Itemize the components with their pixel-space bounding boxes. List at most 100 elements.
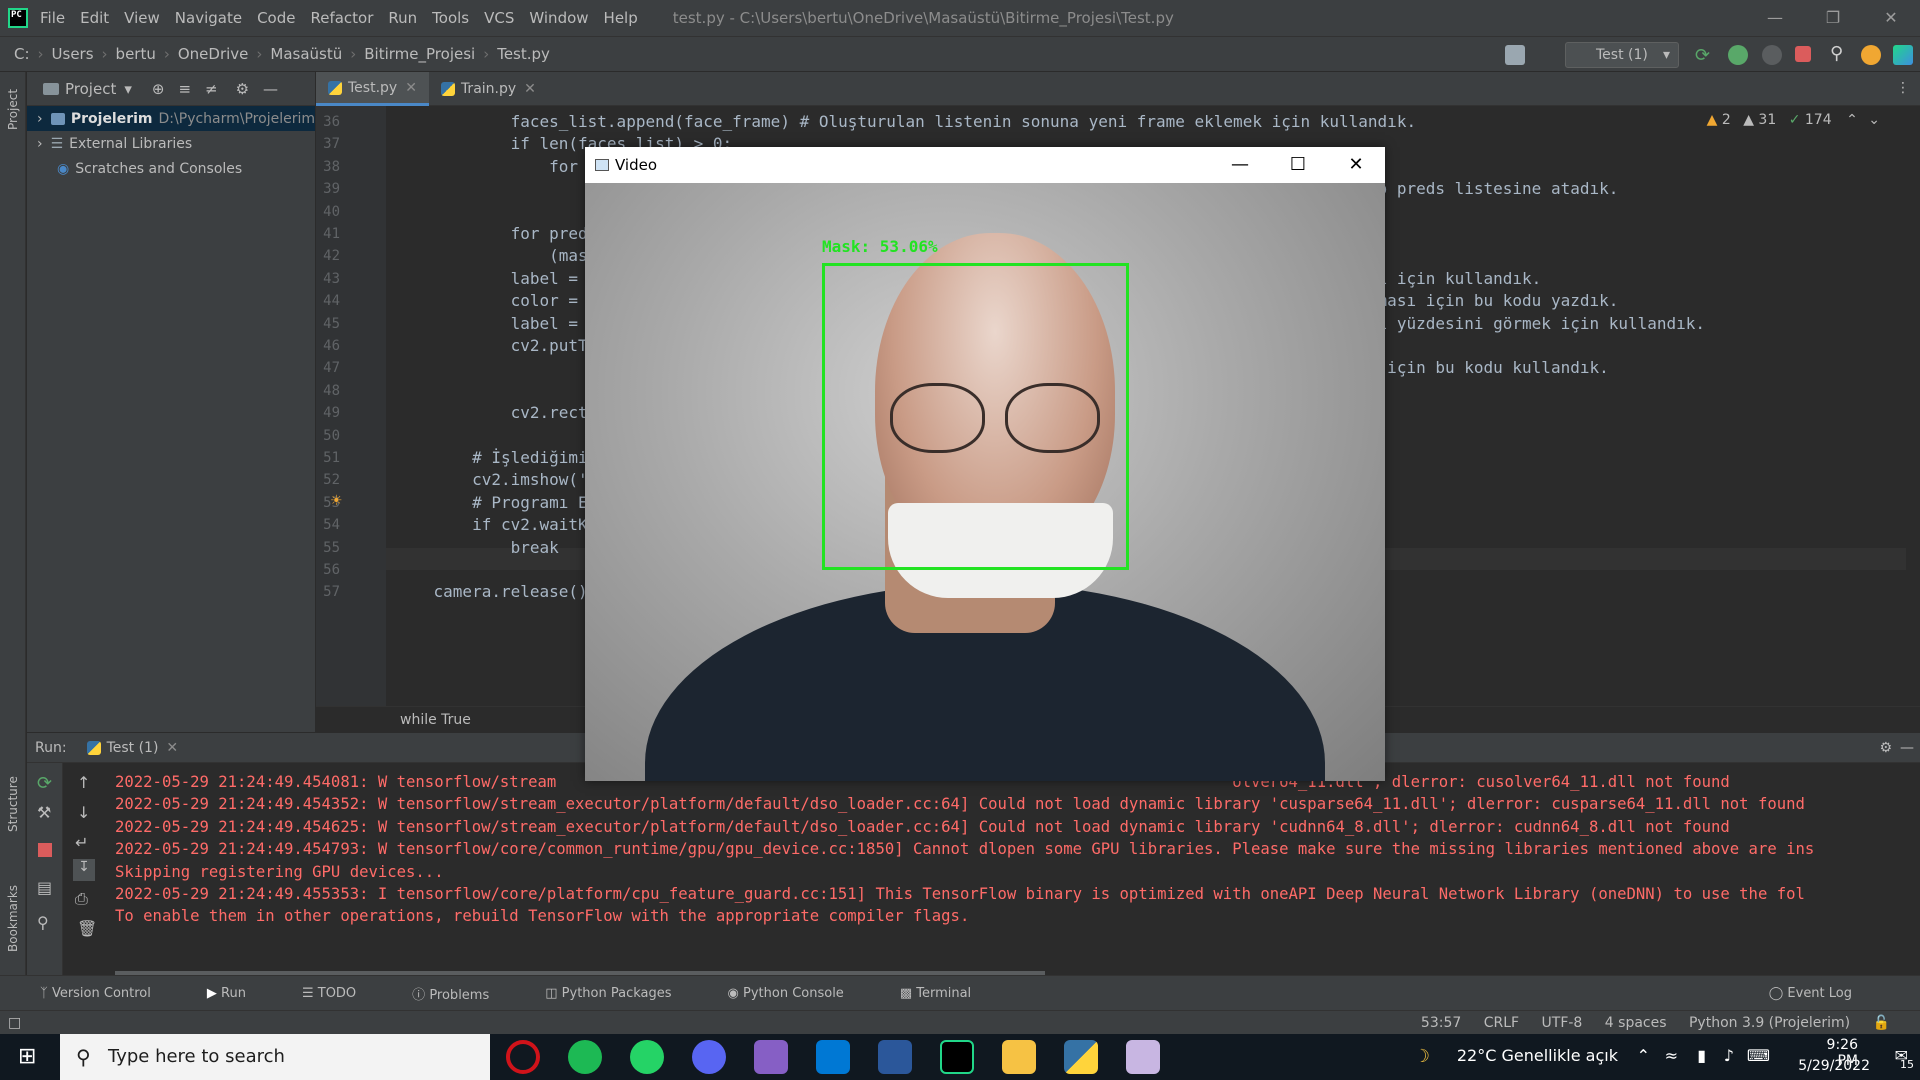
chevron-down-icon[interactable]: ⌄ bbox=[1868, 112, 1880, 128]
print-icon[interactable]: ⎙ bbox=[75, 889, 88, 909]
pycharm-taskbar-icon[interactable] bbox=[940, 1040, 974, 1074]
up-arrow-icon[interactable]: ↑ bbox=[77, 773, 90, 792]
tab-problems[interactable]: ⓘ Problems bbox=[412, 984, 517, 1003]
code-line[interactable]: cv2.imshow('Vid bbox=[395, 470, 617, 489]
run-tab-label[interactable]: Test (1) bbox=[107, 740, 159, 756]
tab-run[interactable]: ▶ Run bbox=[207, 986, 274, 1001]
menu-help[interactable]: Help bbox=[604, 9, 638, 27]
indent-setting[interactable]: 4 spaces bbox=[1605, 1015, 1667, 1031]
code-line[interactable]: cv2.putText bbox=[395, 336, 617, 355]
restore-icon[interactable]: ❐ bbox=[1804, 0, 1862, 36]
code-line[interactable]: faces_list.append(face_frame) # Oluşturu… bbox=[395, 112, 1416, 131]
project-tool-tab[interactable]: Project bbox=[6, 89, 20, 130]
layout-icon[interactable]: ▤ bbox=[37, 878, 52, 897]
update-icon[interactable] bbox=[1861, 45, 1881, 65]
weather-text[interactable]: 22°C Genellikle açık bbox=[1457, 1046, 1618, 1065]
chevron-up-icon[interactable]: ⌃ bbox=[1846, 112, 1858, 128]
scroll-to-end-icon[interactable]: ↧ bbox=[73, 859, 95, 881]
menu-refactor[interactable]: Refactor bbox=[310, 9, 373, 27]
breadcrumb-item[interactable]: Bitirme_Projesi bbox=[364, 45, 475, 63]
opera-icon[interactable] bbox=[506, 1040, 540, 1074]
battery-icon[interactable]: ▮ bbox=[1697, 1046, 1706, 1065]
menu-view[interactable]: View bbox=[124, 9, 160, 27]
breadcrumb-item[interactable]: Users bbox=[52, 45, 94, 63]
code-line[interactable]: break bbox=[395, 538, 559, 557]
search-icon[interactable]: ⚲ bbox=[1830, 43, 1850, 64]
menu-edit[interactable]: Edit bbox=[80, 9, 109, 27]
store-icon[interactable] bbox=[816, 1040, 850, 1074]
lock-icon[interactable]: 🔓 bbox=[1873, 1015, 1890, 1031]
breadcrumb-item[interactable]: C: bbox=[14, 45, 30, 63]
hide-icon[interactable]: — bbox=[263, 80, 278, 98]
code-line[interactable]: (mask, bbox=[395, 246, 607, 265]
minimize-icon[interactable]: — bbox=[1746, 0, 1804, 36]
python-interpreter[interactable]: Python 3.9 (Projelerim) bbox=[1689, 1015, 1850, 1031]
close-tab-icon[interactable]: ✕ bbox=[524, 81, 536, 97]
caret-position[interactable]: 53:57 bbox=[1421, 1015, 1461, 1031]
stop-icon[interactable] bbox=[1795, 46, 1811, 62]
tab-version-control[interactable]: ᛉ Version Control bbox=[40, 986, 179, 1001]
maximize-icon[interactable]: ☐ bbox=[1269, 147, 1327, 183]
structure-tool-tab[interactable]: Structure bbox=[6, 776, 20, 832]
event-log-button[interactable]: ◯ Event Log bbox=[1769, 986, 1880, 1001]
user-icon[interactable] bbox=[1505, 45, 1525, 65]
coverage-icon[interactable] bbox=[1762, 45, 1782, 65]
clock-date[interactable]: 5/29/2022 bbox=[1798, 1058, 1870, 1074]
code-line[interactable]: if cv2.waitKey( bbox=[395, 515, 617, 534]
close-tab-icon[interactable]: ✕ bbox=[166, 740, 178, 756]
code-line[interactable]: # İşlediğimiz k bbox=[395, 448, 617, 467]
paint-icon[interactable] bbox=[1126, 1040, 1160, 1074]
expand-arrow-icon[interactable]: › bbox=[37, 136, 43, 152]
layout-toggle-icon[interactable]: □ bbox=[8, 1011, 21, 1035]
inspection-widget[interactable]: ▲ 2 ▲ 31 ✓ 174 ⌃ ⌄ bbox=[1707, 112, 1880, 128]
close-icon[interactable]: ✕ bbox=[1327, 147, 1385, 183]
discord-icon[interactable] bbox=[692, 1040, 726, 1074]
tab-todo[interactable]: ☰ TODO bbox=[302, 986, 384, 1001]
tree-item-projelerim[interactable]: › Projelerim D:\Pycharm\Projelerim bbox=[27, 106, 315, 131]
wifi-icon[interactable]: ≈ bbox=[1665, 1046, 1678, 1065]
breadcrumb-item[interactable]: Test.py bbox=[497, 45, 550, 63]
wrench-icon[interactable]: ⚒ bbox=[37, 803, 51, 822]
plugin-icon[interactable] bbox=[1893, 45, 1913, 65]
bookmarks-tool-tab[interactable]: Bookmarks bbox=[6, 885, 20, 952]
tree-item-scratches[interactable]: ◉ Scratches and Consoles bbox=[27, 156, 315, 181]
expand-all-icon[interactable]: ≡ bbox=[178, 80, 191, 98]
chevron-down-icon[interactable]: ▾ bbox=[124, 80, 132, 98]
console-line[interactable]: 2022-05-29 21:24:49.455353: I tensorflow… bbox=[115, 885, 1805, 903]
locate-icon[interactable]: ⊕ bbox=[152, 80, 165, 98]
volume-icon[interactable]: ♪ bbox=[1724, 1046, 1734, 1065]
pin-icon[interactable]: ⚲ bbox=[37, 913, 49, 932]
code-line[interactable]: camera.release() # bbox=[395, 582, 607, 601]
whatsapp-icon[interactable] bbox=[630, 1040, 664, 1074]
debug-icon[interactable] bbox=[1728, 45, 1748, 65]
console-line[interactable]: 2022-05-29 21:24:49.454793: W tensorflow… bbox=[115, 840, 1814, 858]
console-line[interactable]: To enable them in other operations, rebu… bbox=[115, 907, 969, 925]
menu-navigate[interactable]: Navigate bbox=[175, 9, 242, 27]
file-explorer-icon[interactable] bbox=[1002, 1040, 1036, 1074]
taskbar-search-box[interactable]: ⚲ Type here to search bbox=[60, 1034, 490, 1080]
rerun-icon[interactable]: ⟳ bbox=[37, 773, 52, 794]
keyboard-icon[interactable]: ⌨ bbox=[1747, 1046, 1770, 1065]
visual-studio-icon[interactable] bbox=[754, 1040, 788, 1074]
run-config-select[interactable]: Test (1) ▾ bbox=[1565, 42, 1679, 68]
project-view-select[interactable]: Project bbox=[65, 80, 116, 98]
menu-window[interactable]: Window bbox=[529, 9, 588, 27]
pycharm-logo-icon[interactable] bbox=[8, 8, 28, 28]
expand-arrow-icon[interactable]: › bbox=[37, 111, 43, 127]
down-arrow-icon[interactable]: ↓ bbox=[77, 803, 90, 822]
file-encoding[interactable]: UTF-8 bbox=[1542, 1015, 1583, 1031]
lightbulb-icon[interactable]: ☀ bbox=[330, 493, 343, 509]
tab-test-py[interactable]: Test.py ✕ bbox=[316, 72, 429, 106]
menu-run[interactable]: Run bbox=[388, 9, 417, 27]
gear-icon[interactable]: ⚙ bbox=[1879, 740, 1892, 756]
collapse-all-icon[interactable]: ≠ bbox=[205, 80, 218, 98]
close-tab-icon[interactable]: ✕ bbox=[405, 80, 417, 96]
menu-tools[interactable]: Tools bbox=[432, 9, 469, 27]
spotify-icon[interactable] bbox=[568, 1040, 602, 1074]
rerun-icon[interactable]: ⟳ bbox=[1695, 45, 1715, 66]
code-line[interactable]: # Programı ESC bbox=[395, 493, 607, 512]
weather-icon[interactable]: ☽ bbox=[1414, 1046, 1430, 1067]
menu-file[interactable]: File bbox=[40, 9, 65, 27]
hide-icon[interactable]: — bbox=[1900, 740, 1914, 756]
chevron-up-icon[interactable]: ⌃ bbox=[1637, 1046, 1650, 1065]
